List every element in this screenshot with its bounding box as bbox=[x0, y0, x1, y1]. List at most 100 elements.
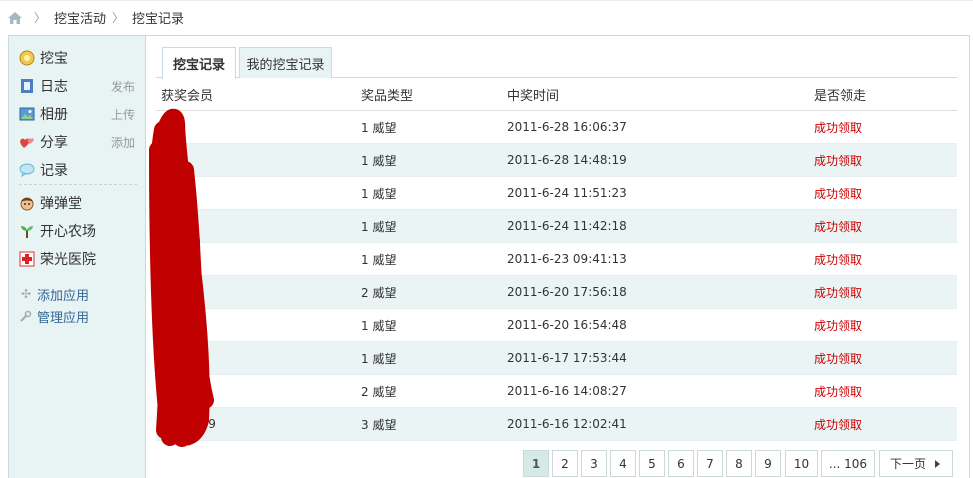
win-time: 2011-6-24 11:42:18 bbox=[507, 219, 627, 233]
win-time: 2011-6-24 11:51:23 bbox=[507, 186, 627, 200]
win-time: 2011-6-16 12:02:41 bbox=[507, 417, 627, 431]
record-icon bbox=[19, 162, 35, 178]
win-time: 2011-6-17 17:53:44 bbox=[507, 351, 627, 365]
win-time: 2011-6-16 14:08:27 bbox=[507, 384, 627, 398]
claim-status: 成功领取 bbox=[814, 219, 863, 234]
upload-link[interactable]: 上传 bbox=[111, 106, 135, 123]
sidebar-item-share[interactable]: 分享 添加 bbox=[19, 131, 143, 153]
column-header: 获奖会员 bbox=[161, 88, 214, 104]
page-button[interactable]: 1 bbox=[523, 450, 549, 477]
blog-icon bbox=[19, 78, 35, 94]
sidebar-item-label: 相册 bbox=[40, 107, 68, 123]
sidebar-item-label: 日志 bbox=[40, 79, 68, 95]
wrench-icon bbox=[19, 309, 33, 323]
chevron-right-icon: 〉 bbox=[112, 11, 125, 25]
sidebar-item-game[interactable]: 弹弹堂 bbox=[19, 192, 143, 214]
next-page-button[interactable]: 下一页 bbox=[879, 450, 953, 477]
share-icon bbox=[19, 134, 35, 150]
records-table: 获奖会员 奖品类型 中奖时间 是否领走 1 威望 2011-6-28 16:06… bbox=[156, 78, 957, 441]
home-icon[interactable] bbox=[8, 11, 22, 24]
sidebar-item-label: 记录 bbox=[40, 163, 68, 179]
page-button[interactable]: 3 bbox=[581, 450, 607, 477]
prize-type: 1 威望 bbox=[361, 153, 397, 168]
add-app-link[interactable]: ✣ 添加应用 bbox=[19, 284, 89, 304]
chevron-right-icon: 〉 bbox=[34, 11, 47, 25]
column-header: 奖品类型 bbox=[361, 88, 414, 104]
table-row: 1 威望 2011-6-24 11:42:18 成功领取 bbox=[156, 210, 957, 243]
sidebar-item-record[interactable]: 记录 bbox=[19, 159, 143, 181]
table-row: 1 威望 2011-6-20 16:54:48 成功领取 bbox=[156, 309, 957, 342]
prize-type: 1 威望 bbox=[361, 186, 397, 201]
column-header: 中奖时间 bbox=[507, 88, 560, 104]
prize-type: 1 威望 bbox=[361, 252, 397, 267]
table-row: 1 威望 2011-6-28 14:48:19 成功领取 bbox=[156, 144, 957, 177]
sidebar: 挖宝 日志 发布 相册 上传 分享 添加 记录 弹弹堂 开心农场 荣光医院 ✣ … bbox=[9, 36, 146, 478]
claim-status: 成功领取 bbox=[814, 417, 863, 432]
next-page-label: 下一页 bbox=[889, 457, 926, 471]
sidebar-item-treasure[interactable]: 挖宝 bbox=[19, 47, 143, 69]
win-time: 2011-6-23 09:41:13 bbox=[507, 252, 627, 266]
column-header: 是否领走 bbox=[814, 88, 867, 104]
table-header: 获奖会员 奖品类型 中奖时间 是否领走 bbox=[156, 78, 957, 111]
table-row: 639 3 威望 2011-6-16 12:02:41 成功领取 bbox=[156, 408, 957, 441]
breadcrumb-current: 挖宝记录 bbox=[132, 12, 185, 27]
claim-status: 成功领取 bbox=[814, 153, 863, 168]
prize-type: 1 威望 bbox=[361, 120, 397, 135]
farm-icon bbox=[19, 223, 35, 239]
manage-app-label: 管理应用 bbox=[37, 310, 90, 326]
prize-type: 1 威望 bbox=[361, 351, 397, 366]
win-time: 2011-6-20 17:56:18 bbox=[507, 285, 627, 299]
breadcrumb-item[interactable]: 挖宝活动 bbox=[54, 8, 106, 27]
treasure-icon bbox=[19, 50, 35, 66]
sidebar-item-album[interactable]: 相册 上传 bbox=[19, 103, 143, 125]
sidebar-item-farm[interactable]: 开心农场 bbox=[19, 220, 143, 242]
page-button[interactable]: 5 bbox=[639, 450, 665, 477]
sidebar-item-label: 开心农场 bbox=[40, 224, 96, 240]
page-button[interactable]: 8 bbox=[726, 450, 752, 477]
breadcrumb: 〉 挖宝活动 〉 挖宝记录 bbox=[0, 0, 973, 34]
sidebar-item-label: 荣光医院 bbox=[40, 252, 96, 268]
claim-status: 成功领取 bbox=[814, 252, 863, 267]
claim-status: 成功领取 bbox=[814, 186, 863, 201]
win-time: 2011-6-28 14:48:19 bbox=[507, 153, 627, 167]
prize-type: 2 威望 bbox=[361, 384, 397, 399]
win-time: 2011-6-20 16:54:48 bbox=[507, 318, 627, 332]
page-button[interactable]: 9 bbox=[755, 450, 781, 477]
sidebar-item-blog[interactable]: 日志 发布 bbox=[19, 75, 143, 97]
sidebar-item-label: 弹弹堂 bbox=[40, 196, 82, 212]
sidebar-item-label: 挖宝 bbox=[40, 51, 68, 67]
prize-type: 1 威望 bbox=[361, 318, 397, 333]
prize-type: 3 威望 bbox=[361, 417, 397, 432]
publish-link[interactable]: 发布 bbox=[111, 78, 135, 95]
claim-status: 成功领取 bbox=[814, 384, 863, 399]
table-row: 1 威望 2011-6-28 16:06:37 成功领取 bbox=[156, 111, 957, 144]
page-button[interactable]: 6 bbox=[668, 450, 694, 477]
hospital-icon bbox=[19, 251, 35, 267]
sidebar-item-hospital[interactable]: 荣光医院 bbox=[19, 248, 143, 270]
page-button[interactable]: 2 bbox=[552, 450, 578, 477]
tab-my-treasure-records[interactable]: 我的挖宝记录 bbox=[239, 47, 332, 78]
table-row: 1 威望 2011-6-17 17:53:44 成功领取 bbox=[156, 342, 957, 375]
claim-status: 成功领取 bbox=[814, 318, 863, 333]
manage-app-link[interactable]: 管理应用 bbox=[19, 306, 89, 326]
page-button[interactable]: 10 bbox=[785, 450, 818, 477]
prize-type: 1 威望 bbox=[361, 219, 397, 234]
page-button[interactable]: 4 bbox=[610, 450, 636, 477]
add-app-label: 添加应用 bbox=[37, 288, 90, 304]
add-share-link[interactable]: 添加 bbox=[111, 134, 135, 151]
game-icon bbox=[19, 195, 35, 211]
claim-status: 成功领取 bbox=[814, 285, 863, 300]
table-row: 2 威望 2011-6-16 14:08:27 成功领取 bbox=[156, 375, 957, 408]
caret-right-icon bbox=[935, 459, 940, 468]
member-name[interactable]: 639 bbox=[156, 417, 356, 431]
page-button[interactable]: 7 bbox=[697, 450, 723, 477]
table-row: 1 威望 2011-6-23 09:41:13 成功领取 bbox=[156, 243, 957, 276]
tab-treasure-records[interactable]: 挖宝记录 bbox=[162, 47, 236, 79]
add-icon: ✣ bbox=[20, 287, 32, 301]
win-time: 2011-6-28 16:06:37 bbox=[507, 120, 627, 134]
sidebar-item-label: 分享 bbox=[40, 135, 68, 151]
sidebar-divider bbox=[19, 184, 137, 185]
claim-status: 成功领取 bbox=[814, 120, 863, 135]
last-page-button[interactable]: ... 106 bbox=[821, 450, 875, 477]
claim-status: 成功领取 bbox=[814, 351, 863, 366]
